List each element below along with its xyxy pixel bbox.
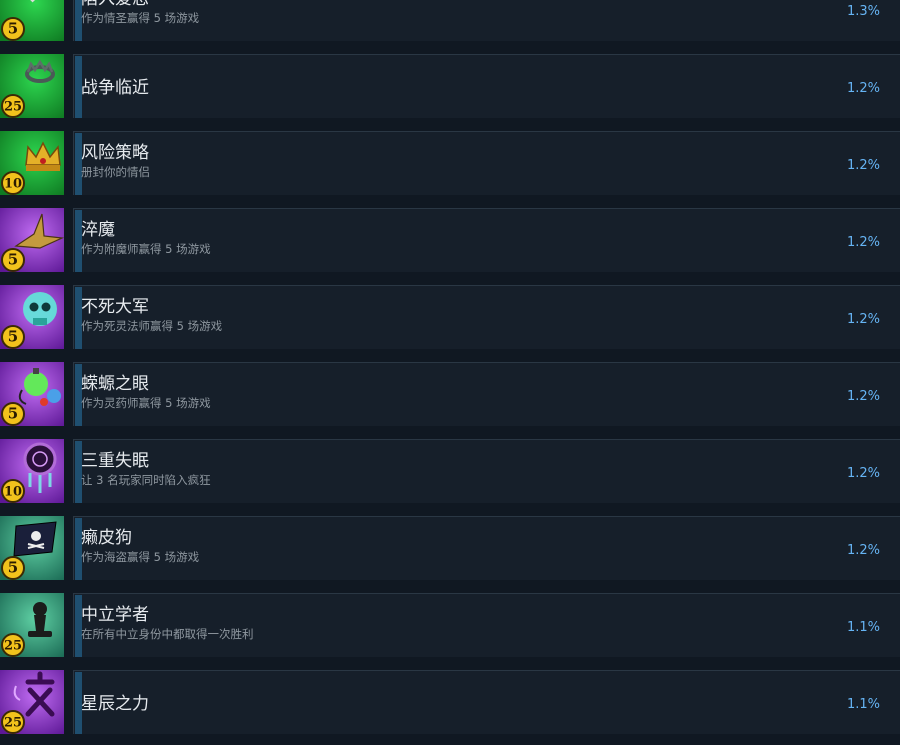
chess-pawn-icon: 25 (0, 593, 64, 657)
achievement-title: 淬魔 (81, 220, 115, 240)
potion-flask-icon: 5 (0, 362, 64, 426)
achievement-title: 星辰之力 (81, 694, 149, 714)
achievement-card: 陷入爱恋作为情圣赢得 5 场游戏 1.3% (73, 0, 900, 41)
achievement-row[interactable]: 25 星辰之力 1.1% (0, 668, 900, 745)
achievement-card: 风险策略册封你的情侣 1.2% (73, 131, 900, 195)
points-value: 25 (4, 639, 22, 654)
achievement-row[interactable]: 25 战争临近 1.2% (0, 52, 900, 129)
achievement-row[interactable]: 5 淬魔作为附魔师赢得 5 场游戏 1.2% (0, 206, 900, 283)
achievement-row[interactable]: 10 风险策略册封你的情侣 1.2% (0, 129, 900, 206)
glowing-skull-icon: 5 (0, 285, 64, 349)
achievement-card: 不死大军作为死灵法师赢得 5 场游戏 1.2% (73, 285, 900, 349)
achievement-row[interactable]: 5 不死大军作为死灵法师赢得 5 场游戏 1.2% (0, 283, 900, 360)
achievement-title: 三重失眠 (81, 451, 149, 471)
achievement-card: 蝾螈之眼作为灵药师赢得 5 场游戏 1.2% (73, 362, 900, 426)
unlock-percentage: 1.3% (846, 4, 880, 19)
achievement-title: 战争临近 (81, 78, 149, 98)
unlock-percentage: 1.2% (846, 235, 880, 250)
achievement-list: 5 陷入爱恋作为情圣赢得 5 场游戏 1.3% 25 战争临近 1.2% 10 风险策略册封你… (0, 0, 900, 745)
achievement-card: 中立学者在所有中立身份中都取得一次胜利 1.1% (73, 593, 900, 657)
points-value: 5 (8, 20, 18, 38)
achievement-description: 作为灵药师赢得 5 场游戏 (81, 396, 211, 410)
achievement-card: 三重失眠让 3 名玩家同时陷入疯狂 1.2% (73, 439, 900, 503)
achievement-description: 在所有中立身份中都取得一次胜利 (81, 627, 254, 641)
paper-crane-icon: 5 (0, 208, 64, 272)
achievement-description: 作为情圣赢得 5 场游戏 (81, 11, 200, 25)
crown-ring-icon: 25 (0, 54, 64, 118)
achievement-card: 癞皮狗作为海盗赢得 5 场游戏 1.2% (73, 516, 900, 580)
achievement-description: 让 3 名玩家同时陷入疯狂 (81, 473, 211, 487)
points-value: 25 (4, 716, 22, 731)
achievement-title: 不死大军 (81, 297, 149, 317)
golden-crown-icon: 10 (0, 131, 64, 195)
unlock-percentage: 1.1% (846, 620, 880, 635)
points-value: 5 (8, 559, 18, 577)
points-value: 10 (4, 485, 22, 500)
unlock-percentage: 1.2% (846, 81, 880, 96)
points-value: 25 (4, 100, 22, 115)
achievement-row[interactable]: 5 癞皮狗作为海盗赢得 5 场游戏 1.2% (0, 514, 900, 591)
points-value: 5 (8, 328, 18, 346)
achievement-title: 陷入爱恋 (81, 0, 149, 9)
sword-heart-icon: 5 (0, 0, 64, 41)
unlock-percentage: 1.2% (846, 543, 880, 558)
achievement-title: 蝾螈之眼 (81, 374, 149, 394)
achievement-description: 作为附魔师赢得 5 场游戏 (81, 242, 211, 256)
unlock-percentage: 1.2% (846, 389, 880, 404)
achievement-card: 战争临近 1.2% (73, 54, 900, 118)
achievement-row[interactable]: 10 三重失眠让 3 名玩家同时陷入疯狂 1.2% (0, 437, 900, 514)
points-value: 5 (8, 405, 18, 423)
achievement-description: 作为海盗赢得 5 场游戏 (81, 550, 200, 564)
achievement-title: 中立学者 (81, 605, 149, 625)
points-value: 10 (4, 177, 22, 192)
achievement-row[interactable]: 25 中立学者在所有中立身份中都取得一次胜利 1.1% (0, 591, 900, 668)
achievement-card: 淬魔作为附魔师赢得 5 场游戏 1.2% (73, 208, 900, 272)
achievement-row[interactable]: 5 陷入爱恋作为情圣赢得 5 场游戏 1.3% (0, 0, 900, 52)
unlock-percentage: 1.2% (846, 158, 880, 173)
points-value: 5 (8, 251, 18, 269)
dreamcatcher-icon: 10 (0, 439, 64, 503)
unlock-percentage: 1.2% (846, 312, 880, 327)
achievement-row[interactable]: 5 蝾螈之眼作为灵药师赢得 5 场游戏 1.2% (0, 360, 900, 437)
achievement-description: 作为死灵法师赢得 5 场游戏 (81, 319, 223, 333)
achievement-card: 星辰之力 1.1% (73, 670, 900, 734)
star-glyph-icon: 25 (0, 670, 64, 734)
pirate-flag-icon: 5 (0, 516, 64, 580)
achievement-title: 风险策略 (81, 143, 149, 163)
achievement-description: 册封你的情侣 (81, 165, 150, 179)
unlock-percentage: 1.2% (846, 466, 880, 481)
achievement-title: 癞皮狗 (81, 528, 132, 548)
unlock-percentage: 1.1% (846, 697, 880, 712)
